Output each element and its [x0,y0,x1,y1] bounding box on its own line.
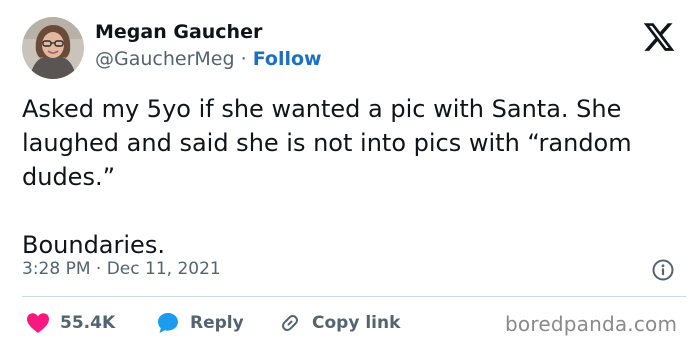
heart-icon [26,312,50,334]
tweet-paragraph: Boundaries. [22,231,165,259]
like-button[interactable]: 55.4K [26,310,115,336]
tweet-paragraph: Asked my 5yo if she wanted a pic with Sa… [22,95,632,191]
copy-link-label: Copy link [312,313,401,333]
tweet-timestamp[interactable]: 3:28 PM · Dec 11, 2021 [22,259,221,279]
copy-link-button[interactable]: Copy link [278,310,400,336]
follow-button[interactable]: Follow [253,48,322,70]
reply-button[interactable]: Reply [156,310,244,336]
link-icon [278,311,302,335]
reply-label: Reply [190,313,244,333]
author-handle-row: @GaucherMeg · Follow [95,48,322,70]
speech-bubble-icon [156,311,180,335]
info-icon[interactable] [652,259,674,281]
author-name[interactable]: Megan Gaucher [95,21,262,43]
author-handle[interactable]: @GaucherMeg [95,48,235,70]
watermark: boredpanda.com [505,312,678,336]
x-logo-icon[interactable] [642,20,676,54]
tweet-text: Asked my 5yo if she wanted a pic with Sa… [22,92,687,262]
avatar-photo [22,17,84,79]
divider [22,296,686,297]
avatar[interactable] [22,17,84,79]
like-count: 55.4K [60,313,116,333]
separator-dot: · [240,48,247,70]
